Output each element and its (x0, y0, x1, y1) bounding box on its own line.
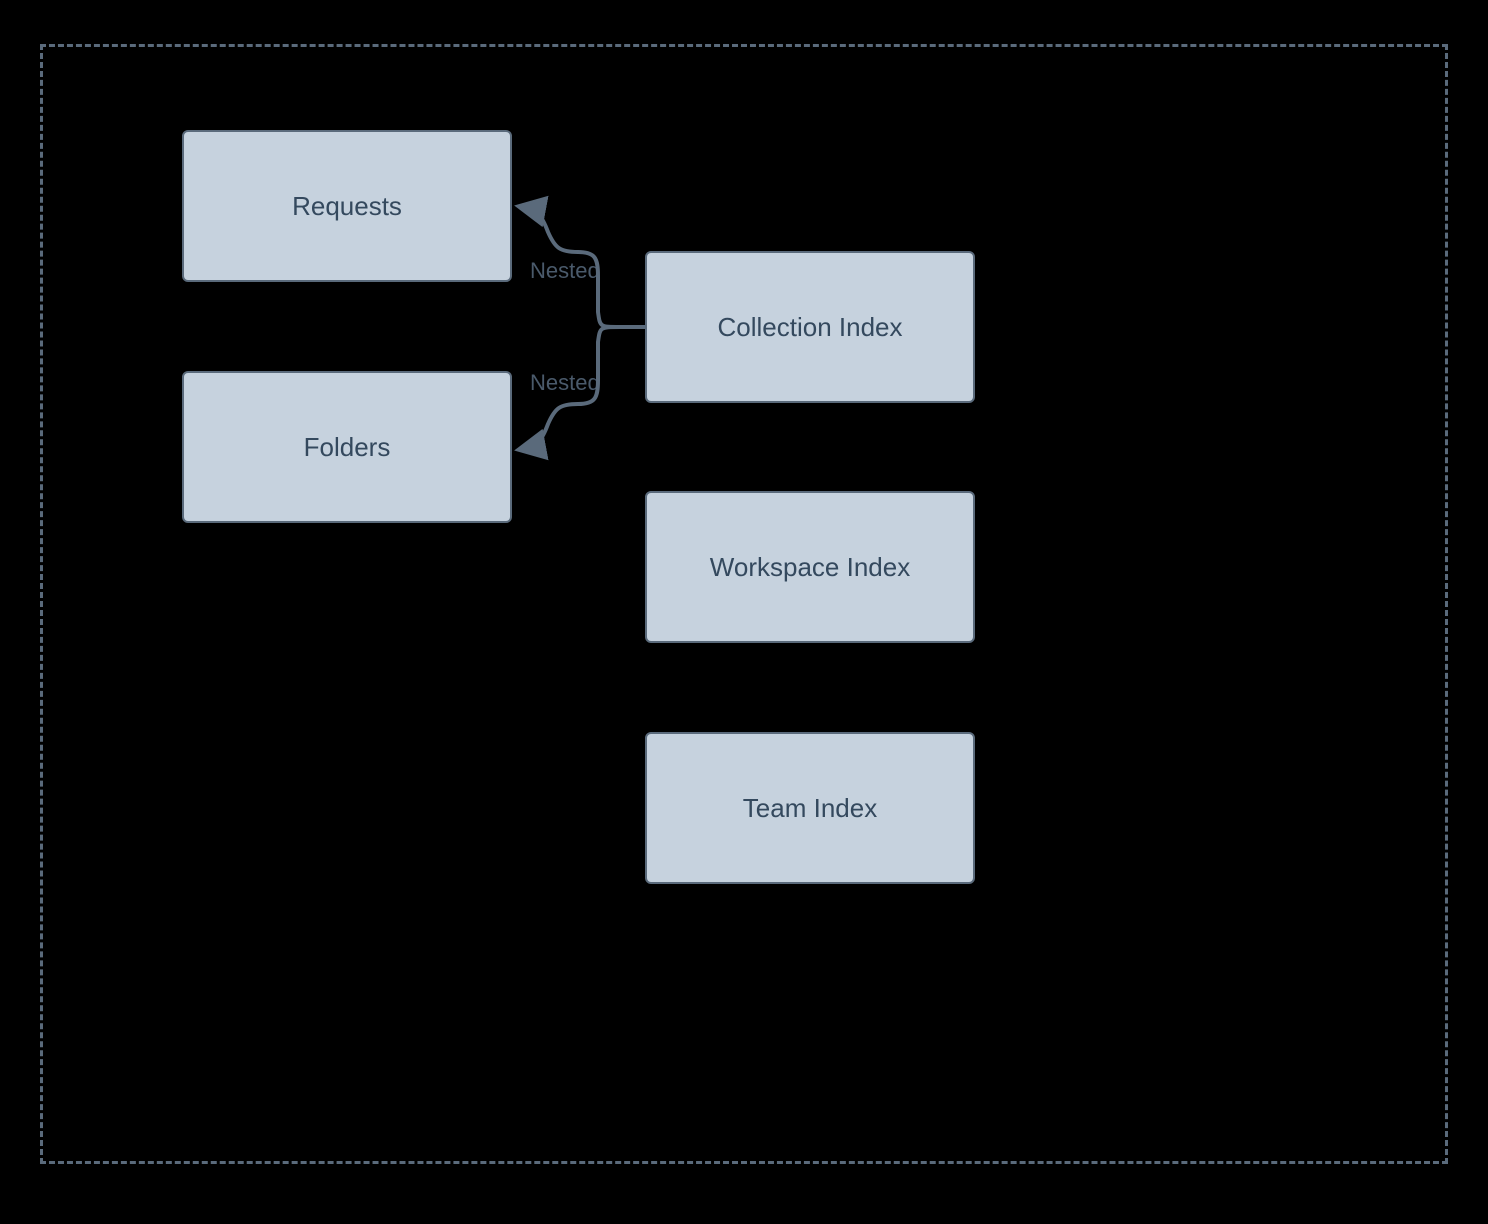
box-folders: Folders (182, 371, 512, 523)
box-workspace-index-label: Workspace Index (710, 552, 910, 583)
edge-label-nested-upper: Nested (530, 258, 600, 284)
diagram-canvas: Requests Folders Collection Index Worksp… (0, 0, 1488, 1224)
edge-label-nested-lower: Nested (530, 370, 600, 396)
box-team-index-label: Team Index (743, 793, 877, 824)
box-folders-label: Folders (304, 432, 391, 463)
box-collection-index: Collection Index (645, 251, 975, 403)
box-requests: Requests (182, 130, 512, 282)
box-workspace-index: Workspace Index (645, 491, 975, 643)
box-requests-label: Requests (292, 191, 402, 222)
box-team-index: Team Index (645, 732, 975, 884)
box-collection-index-label: Collection Index (718, 312, 903, 343)
